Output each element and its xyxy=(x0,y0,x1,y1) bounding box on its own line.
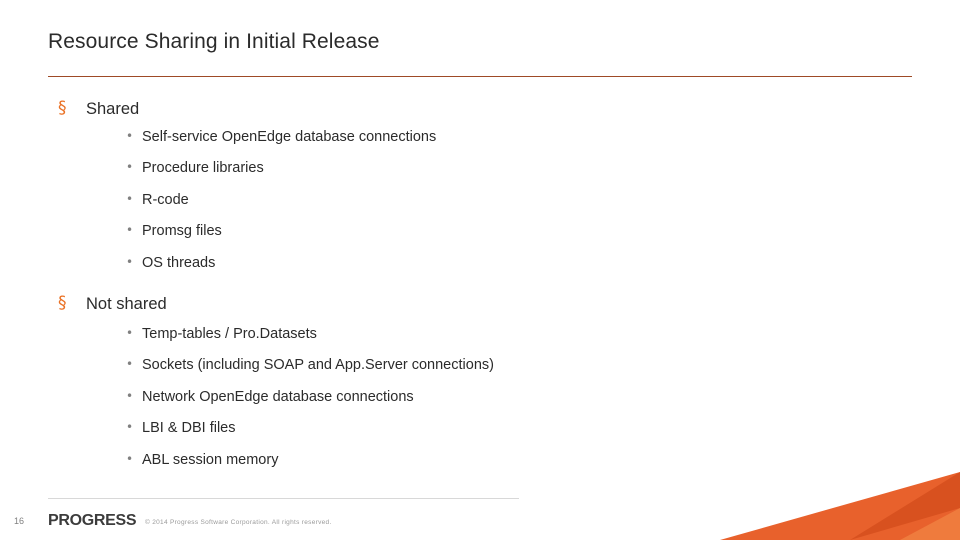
list-item-label: R-code xyxy=(142,191,189,208)
dot-bullet-icon: • xyxy=(126,191,134,206)
list-item: • OS threads xyxy=(48,254,928,271)
footer-divider xyxy=(48,498,519,499)
list-item: • Procedure libraries xyxy=(48,161,928,176)
list-item-label: Network OpenEdge database connections xyxy=(142,388,414,405)
slide-content: § Shared • Self-service OpenEdge databas… xyxy=(48,95,928,484)
dot-bullet-icon: • xyxy=(126,420,134,434)
section-bullet-icon: § xyxy=(58,293,67,313)
list-item-label: ABL session memory xyxy=(142,451,279,468)
list-item-label: LBI & DBI files xyxy=(142,420,236,436)
bullet-level1-label: Not shared xyxy=(86,295,167,313)
bullet-level1-shared: § Shared xyxy=(48,98,928,118)
list-item-label: Sockets (including SOAP and App.Server c… xyxy=(142,357,494,373)
list-item-label: Temp-tables / Pro.Datasets xyxy=(142,325,317,342)
dot-bullet-icon: • xyxy=(126,325,134,340)
slide: Resource Sharing in Initial Release § Sh… xyxy=(0,0,960,540)
list-item: • Temp-tables / Pro.Datasets xyxy=(48,325,928,342)
copyright-notice: © 2014 Progress Software Corporation. Al… xyxy=(145,519,332,526)
list-item: • LBI & DBI files xyxy=(48,421,928,436)
list-item-label: Promsg files xyxy=(142,223,222,239)
title-divider xyxy=(48,76,912,77)
bullet-level1-label: Shared xyxy=(86,100,140,118)
progress-logo: PROGRESS xyxy=(48,512,137,529)
list-item-label: OS threads xyxy=(142,254,216,271)
dot-bullet-icon: • xyxy=(126,388,134,403)
list-item-label: Self-service OpenEdge database connectio… xyxy=(142,128,437,145)
dot-bullet-icon: • xyxy=(126,254,134,269)
list-item: • Self-service OpenEdge database connect… xyxy=(48,128,928,145)
dot-bullet-icon: • xyxy=(126,160,134,174)
list-item: • ABL session memory xyxy=(48,451,928,468)
list-item: • Promsg files xyxy=(48,224,928,239)
section-bullet-icon: § xyxy=(58,98,67,118)
dot-bullet-icon: • xyxy=(126,223,134,237)
list-item-label: Procedure libraries xyxy=(142,160,264,176)
dot-bullet-icon: • xyxy=(126,451,134,466)
page-title: Resource Sharing in Initial Release xyxy=(48,30,380,53)
dot-bullet-icon: • xyxy=(126,357,134,371)
bullet-group-shared: § Shared • Self-service OpenEdge databas… xyxy=(48,98,928,271)
dot-bullet-icon: • xyxy=(126,128,134,143)
list-item: • R-code xyxy=(48,191,928,208)
list-item: • Network OpenEdge database connections xyxy=(48,388,928,405)
bullet-group-not-shared: § Not shared • Temp-tables / Pro.Dataset… xyxy=(48,293,928,468)
page-number: 16 xyxy=(14,516,25,526)
bullet-level1-not-shared: § Not shared xyxy=(48,293,928,313)
list-item: • Sockets (including SOAP and App.Server… xyxy=(48,358,928,373)
